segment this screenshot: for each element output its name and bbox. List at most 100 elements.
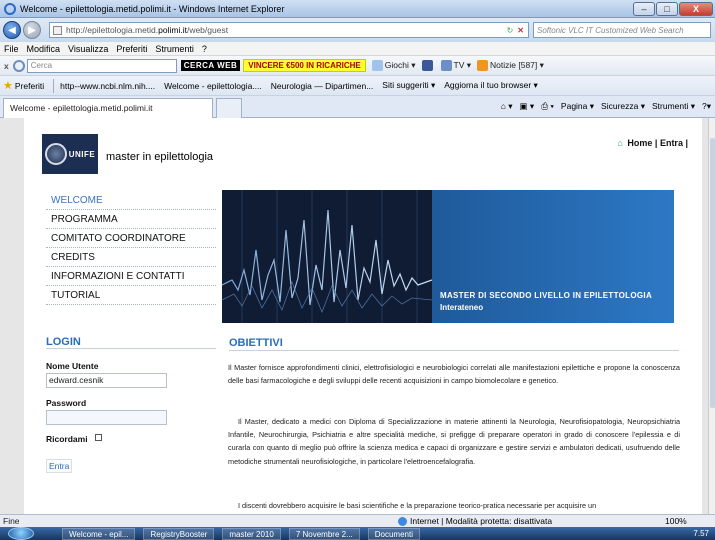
page-icon	[53, 25, 62, 35]
login-submit-button[interactable]: Entra	[46, 459, 73, 473]
menu-help[interactable]: ?	[202, 44, 207, 54]
top-links-separator: |	[654, 138, 658, 148]
password-label: Password	[46, 398, 87, 408]
nav-item-tutorial[interactable]: TUTORIAL	[46, 286, 216, 305]
web-search-placeholder: Softonic VLC IT Customized Web Search	[537, 25, 684, 35]
menu-visualizza[interactable]: Visualizza	[68, 44, 108, 54]
toolbar-search-input[interactable]: Cerca	[26, 58, 177, 73]
favorite-link-neurologia[interactable]: Neurologia — Dipartimen...	[271, 81, 374, 91]
unife-seal-icon	[44, 143, 67, 165]
forward-button[interactable]: ▶	[23, 21, 41, 39]
username-label: Nome Utente	[46, 361, 99, 371]
favorites-divider	[53, 78, 55, 93]
security-zone-text: Internet | Modalità protetta: disattivat…	[410, 515, 553, 526]
maximize-button[interactable]: □	[656, 1, 678, 16]
close-window-button[interactable]: X	[679, 1, 713, 16]
eeg-waveform-graphic	[222, 190, 433, 323]
tv-label: TV	[453, 59, 465, 70]
menu-modifica[interactable]: Modifica	[27, 44, 61, 54]
taskbar-item-registrybooster[interactable]: RegistryBooster	[143, 527, 215, 540]
security-menu[interactable]: Sicurezza ▾	[601, 101, 645, 112]
nav-item-comitato[interactable]: COMITATO COORDINATORE	[46, 229, 216, 248]
tools-menu[interactable]: Strumenti ▾	[652, 101, 695, 112]
password-field[interactable]	[46, 410, 167, 425]
games-button[interactable]: Giochi ▾	[371, 60, 416, 72]
globe-icon	[398, 517, 407, 527]
home-icon: ⌂	[617, 138, 623, 148]
web-search-input[interactable]: Softonic VLC IT Customized Web Search	[533, 22, 711, 38]
print-tool-icon[interactable]: ⎙ ▾	[541, 101, 554, 112]
nav-item-programma[interactable]: PROGRAMMA	[46, 210, 216, 229]
top-links-separator-end: |	[685, 138, 688, 148]
favorite-link-update[interactable]: Aggiorna il tuo browser ▾	[444, 80, 538, 91]
taskbar-item-ie[interactable]: Welcome - epil...	[62, 527, 136, 540]
zoom-level[interactable]: 100%	[665, 516, 687, 526]
menu-strumenti[interactable]: Strumenti	[155, 44, 194, 54]
start-button[interactable]	[8, 527, 34, 540]
tab-bar: Welcome - epilettologia.metid.polimi.it …	[0, 96, 715, 118]
favorite-link-welcome[interactable]: Welcome - epilettologia....	[164, 81, 262, 91]
toolbar-close-icon[interactable]: x	[4, 61, 9, 71]
status-text: Fine	[3, 516, 20, 526]
favorite-link-ncbi[interactable]: http--www.ncbi.nlm.nih....	[60, 81, 155, 91]
username-field[interactable]: edward.cesnik	[46, 373, 167, 388]
addon-toolbar: x Cerca CERCA WEB VINCERE €500 IN RICARI…	[0, 56, 715, 76]
promo-button[interactable]: VINCERE €500 IN RICARICHE	[243, 59, 366, 72]
search-icon	[12, 59, 25, 72]
taskbar-item-documenti[interactable]: Documenti	[367, 527, 420, 540]
scrollbar-thumb[interactable]	[710, 138, 715, 408]
remember-checkbox[interactable]	[95, 434, 102, 441]
page-menu[interactable]: Pagina ▾	[561, 101, 594, 112]
facebook-icon	[421, 60, 433, 72]
objectives-divider	[229, 350, 679, 351]
news-button[interactable]: Notizie [587] ▾	[477, 59, 544, 72]
address-bar[interactable]: http://epilettologia.metid. polimi.it/web…	[49, 22, 529, 38]
logo-text: UNIFE	[68, 149, 96, 159]
toolbar-logo[interactable]: CERCA WEB	[180, 60, 241, 71]
new-tab-button[interactable]	[216, 97, 242, 118]
taskbar-item-novembre[interactable]: 7 Novembre 2...	[288, 527, 360, 540]
vertical-scrollbar[interactable]	[708, 118, 715, 514]
minimize-button[interactable]: –	[633, 1, 655, 16]
window-title: Welcome - epilettologia.metid.polimi.it …	[20, 3, 285, 14]
nav-item-informazioni[interactable]: INFORMAZIONI E CONTATTI	[46, 267, 216, 286]
tv-icon	[440, 60, 452, 72]
favorite-link-suggested[interactable]: Siti suggeriti ▾	[382, 80, 435, 91]
login-heading: LOGIN	[46, 336, 81, 348]
tv-button[interactable]: TV ▾	[440, 59, 471, 72]
status-bar: Fine Internet | Modalità protetta: disat…	[0, 514, 715, 527]
back-button[interactable]: ◀	[3, 21, 21, 39]
security-zone[interactable]: Internet | Modalità protetta: disattivat…	[398, 515, 553, 527]
url-prefix: http://epilettologia.metid.	[66, 25, 159, 35]
menu-preferiti[interactable]: Preferiti	[116, 44, 147, 54]
help-icon[interactable]: ?▾	[702, 101, 711, 112]
stop-icon[interactable]: ✕	[517, 26, 524, 35]
web-page: UNIFE master in epilettologia ⌂ Home | E…	[24, 118, 702, 514]
remember-label: Ricordami	[46, 434, 88, 444]
news-label: Notizie [587]	[490, 59, 538, 70]
home-tool-icon[interactable]: ⌂ ▾	[501, 101, 513, 112]
tab-welcome[interactable]: Welcome - epilettologia.metid.polimi.it	[3, 97, 213, 118]
menu-file[interactable]: File	[4, 44, 19, 54]
favorites-button[interactable]: Preferiti	[15, 81, 44, 91]
unife-logo[interactable]: UNIFE	[42, 134, 98, 174]
refresh-icon[interactable]: ↻	[507, 26, 514, 35]
url-domain: polimi.it	[158, 25, 187, 35]
ie-logo-icon	[4, 2, 16, 15]
enter-link[interactable]: Entra	[660, 138, 683, 148]
feeds-tool-icon[interactable]: ▣ ▾	[520, 101, 535, 112]
taskbar-item-master[interactable]: master 2010	[222, 527, 281, 540]
home-link[interactable]: Home	[627, 138, 652, 148]
facebook-button[interactable]	[421, 60, 435, 72]
navigation-bar: ◀ ▶ http://epilettologia.metid. polimi.it…	[0, 18, 715, 42]
nav-item-credits[interactable]: CREDITS	[46, 248, 216, 267]
system-clock[interactable]: 7.57	[693, 529, 709, 538]
favorites-bar: ★ Preferiti http--www.ncbi.nlm.nih.... W…	[0, 76, 715, 96]
rss-icon	[477, 60, 489, 72]
nav-item-welcome[interactable]: WELCOME	[46, 191, 216, 210]
window-titlebar: Welcome - epilettologia.metid.polimi.it …	[0, 0, 715, 18]
menu-bar: File Modifica Visualizza Preferiti Strum…	[0, 42, 715, 56]
left-navigation: WELCOME PROGRAMMA COMITATO COORDINATORE …	[46, 191, 216, 305]
url-suffix: /web/guest	[186, 25, 229, 35]
top-links: ⌂ Home | Entra |	[617, 138, 688, 148]
